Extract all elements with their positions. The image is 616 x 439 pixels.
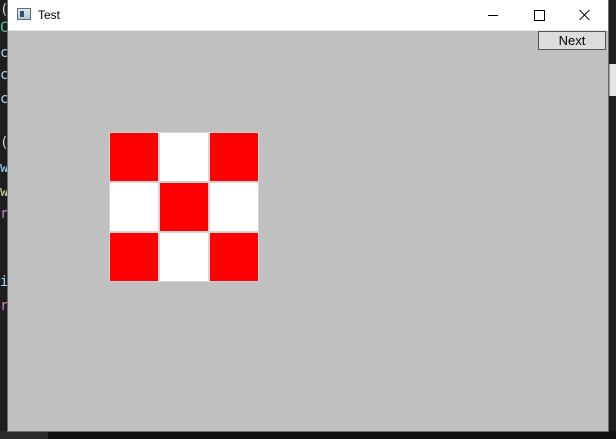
- app-window: Test Next: [8, 0, 608, 431]
- next-button[interactable]: Next: [538, 31, 606, 50]
- grid-cell-red[interactable]: [209, 232, 259, 282]
- background-code-editor: ( C c c c ( w w r i r: [0, 0, 8, 439]
- maximize-button[interactable]: [516, 0, 562, 30]
- grid-cell-red[interactable]: [159, 182, 209, 232]
- grid-cell-white[interactable]: [209, 182, 259, 232]
- grid-cell-red[interactable]: [109, 132, 159, 182]
- background-taskbar: [0, 431, 616, 439]
- client-area: Next: [8, 31, 608, 431]
- close-button[interactable]: [562, 0, 608, 30]
- background-taskbar-tab: [0, 431, 48, 439]
- grid-cell-red[interactable]: [109, 232, 159, 282]
- window-title: Test: [38, 8, 61, 22]
- grid-cell-white[interactable]: [159, 132, 209, 182]
- minimize-icon: [488, 14, 498, 16]
- app-window-icon: [17, 8, 31, 20]
- grid-cell-white[interactable]: [159, 232, 209, 282]
- checker-grid: [109, 132, 259, 282]
- maximize-icon: [533, 9, 545, 21]
- grid-cell-white[interactable]: [109, 182, 159, 232]
- minimize-button[interactable]: [470, 0, 516, 30]
- grid-cell-red[interactable]: [209, 132, 259, 182]
- title-bar[interactable]: Test: [8, 0, 608, 31]
- background-scrollbar-thumb: [609, 64, 616, 96]
- close-icon: [579, 9, 591, 21]
